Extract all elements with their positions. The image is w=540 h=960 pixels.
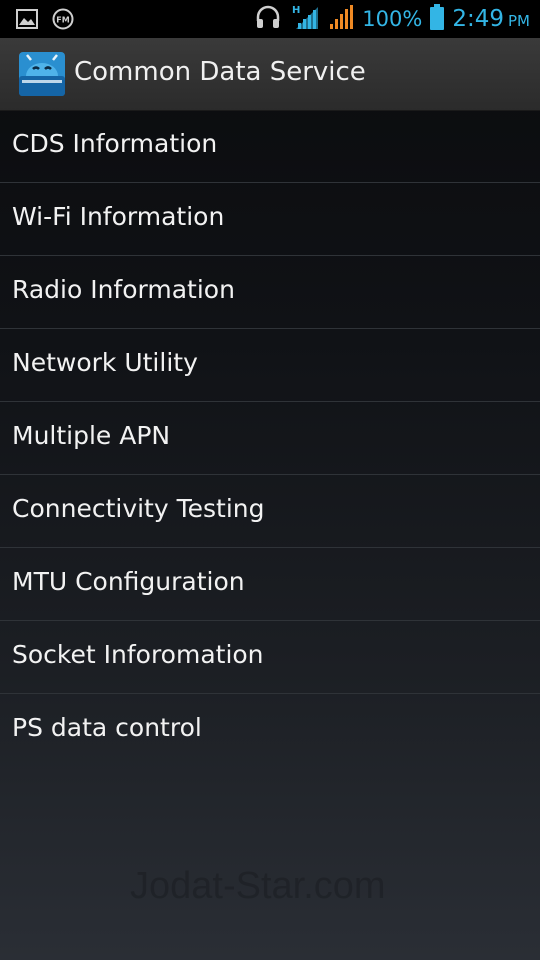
menu-item-label: Multiple APN xyxy=(12,421,171,450)
status-notifications: FM xyxy=(16,8,74,34)
menu-item-label: Socket Inforomation xyxy=(12,640,264,669)
signal-icon xyxy=(328,4,354,34)
clock: 2:49 PM xyxy=(452,6,530,32)
menu-item-socket-information[interactable]: Socket Inforomation xyxy=(0,621,540,694)
menu-item-label: CDS Information xyxy=(12,129,218,158)
menu-item-label: Radio Information xyxy=(12,275,235,304)
image-icon xyxy=(16,9,38,33)
screen: FM H 100% 2:49 PM Common Data Service CD… xyxy=(0,0,540,960)
battery-percent: 100% xyxy=(362,7,423,31)
watermark: Jodat-Star.com xyxy=(130,865,386,907)
menu-item-ps-data-control[interactable]: PS data control xyxy=(0,694,540,766)
menu-list: CDS Information Wi-Fi Information Radio … xyxy=(0,110,540,766)
menu-item-network-utility[interactable]: Network Utility xyxy=(0,329,540,402)
svg-text:FM: FM xyxy=(56,16,69,25)
menu-item-multiple-apn[interactable]: Multiple APN xyxy=(0,402,540,475)
android-app-icon[interactable] xyxy=(18,50,66,98)
menu-item-cds-information[interactable]: CDS Information xyxy=(0,110,540,183)
signal-h-icon: H xyxy=(290,3,320,35)
menu-item-mtu-configuration[interactable]: MTU Configuration xyxy=(0,548,540,621)
headset-icon xyxy=(254,3,282,35)
status-bar: FM H 100% 2:49 PM xyxy=(0,0,540,38)
clock-time: 2:49 xyxy=(452,6,504,32)
menu-item-connectivity-testing[interactable]: Connectivity Testing xyxy=(0,475,540,548)
clock-ampm: PM xyxy=(508,12,530,30)
menu-item-label: MTU Configuration xyxy=(12,567,245,596)
menu-item-label: Network Utility xyxy=(12,348,198,377)
menu-item-wifi-information[interactable]: Wi-Fi Information xyxy=(0,183,540,256)
action-bar: Common Data Service xyxy=(0,38,540,111)
page-title: Common Data Service xyxy=(74,57,366,87)
menu-item-label: PS data control xyxy=(12,713,202,742)
status-system: H 100% 2:49 PM xyxy=(254,4,530,34)
menu-item-label: Connectivity Testing xyxy=(12,494,265,523)
battery-icon xyxy=(430,4,445,34)
svg-text:H: H xyxy=(292,5,300,16)
fm-radio-icon: FM xyxy=(52,8,74,34)
menu-item-radio-information[interactable]: Radio Information xyxy=(0,256,540,329)
menu-item-label: Wi-Fi Information xyxy=(12,202,225,231)
